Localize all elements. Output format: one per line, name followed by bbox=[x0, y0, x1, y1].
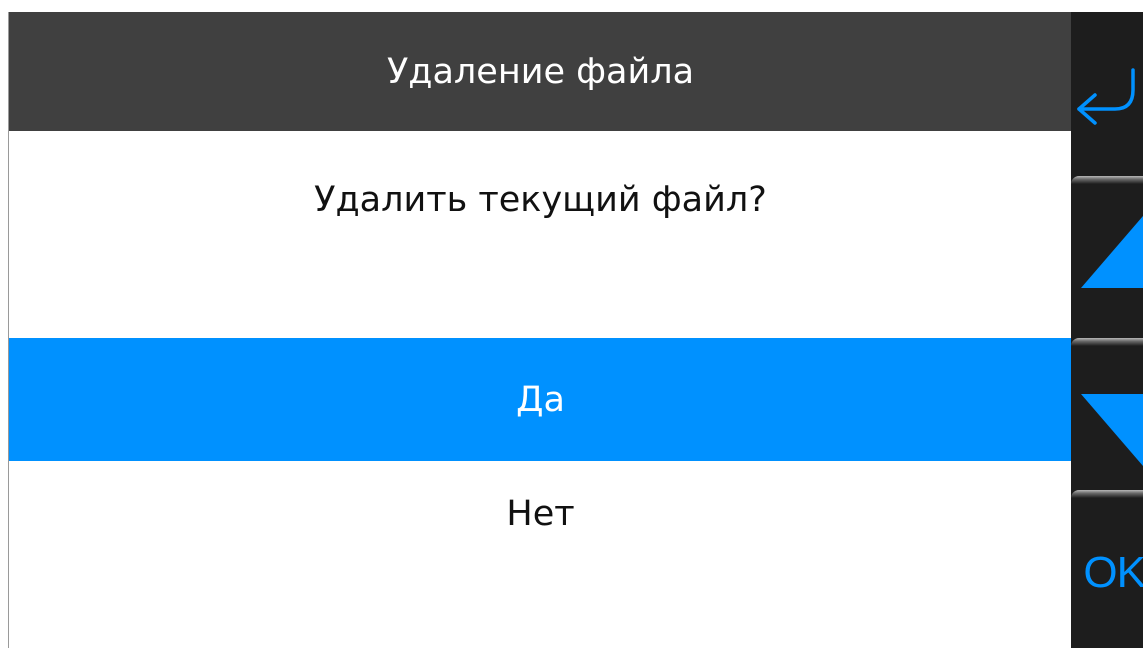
dialog-panel: Удаление файла Удалить текущий файл? Да … bbox=[8, 12, 1072, 648]
triangle-down-icon bbox=[1081, 394, 1143, 466]
dialog-title-bar: Удаление файла bbox=[9, 12, 1072, 131]
option-no[interactable]: Нет bbox=[9, 461, 1072, 584]
back-arrow-icon bbox=[1077, 68, 1135, 125]
button-divider bbox=[1071, 176, 1143, 184]
triangle-up-icon bbox=[1081, 216, 1143, 288]
ok-label: OK bbox=[1083, 548, 1143, 597]
back-button[interactable] bbox=[1071, 12, 1143, 172]
side-button-bar: OK bbox=[1071, 12, 1143, 648]
button-divider bbox=[1071, 490, 1143, 498]
screen: Удаление файла Удалить текущий файл? Да … bbox=[0, 0, 1143, 648]
button-divider bbox=[1071, 338, 1143, 346]
dialog-question: Удалить текущий файл? bbox=[314, 180, 767, 220]
option-no-label: Нет bbox=[506, 493, 575, 534]
ok-button[interactable]: OK bbox=[1071, 498, 1143, 648]
option-yes[interactable]: Да bbox=[9, 338, 1072, 461]
up-button[interactable] bbox=[1071, 184, 1143, 336]
dialog-title: Удаление файла bbox=[386, 51, 695, 92]
option-yes-label: Да bbox=[516, 379, 565, 420]
down-button[interactable] bbox=[1071, 346, 1143, 494]
